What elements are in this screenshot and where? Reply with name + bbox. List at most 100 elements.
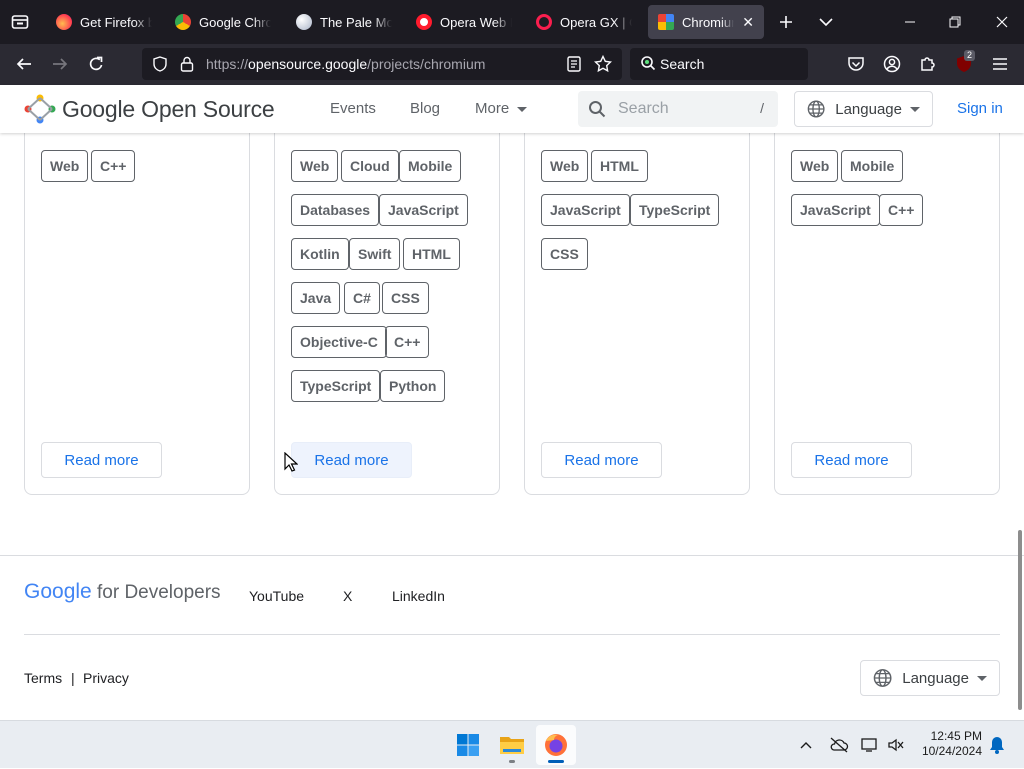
privacy-link[interactable]: Privacy — [83, 670, 129, 686]
back-button[interactable] — [8, 48, 40, 80]
tracking-protection-shield-icon[interactable] — [152, 56, 168, 72]
tag-chip[interactable]: Web — [41, 150, 89, 182]
nav-events[interactable]: Events — [330, 100, 376, 117]
taskbar-clock[interactable]: 12:45 PM 10/24/2024 — [916, 729, 982, 759]
restore-window-button[interactable] — [935, 0, 975, 44]
footer-language-select[interactable]: Language — [860, 660, 1000, 696]
tag-chip[interactable]: JavaScript — [541, 194, 630, 226]
tag-chip[interactable]: TypeScript — [630, 194, 720, 226]
bookmark-star-icon[interactable] — [594, 55, 612, 73]
firefox-taskbar-button[interactable] — [536, 725, 576, 765]
terms-link[interactable]: Terms — [24, 670, 62, 686]
site-search-input[interactable]: Search / — [578, 91, 778, 127]
globe-icon — [807, 100, 825, 118]
tag-chip[interactable]: Java — [291, 282, 341, 314]
tag-chip[interactable]: Web — [291, 150, 339, 182]
tag-chip[interactable]: HTML — [403, 238, 460, 270]
web-search-box[interactable]: Search — [630, 48, 808, 80]
tag-chip[interactable]: Web — [541, 150, 589, 182]
nav-blog[interactable]: Blog — [410, 100, 440, 117]
account-button[interactable] — [876, 48, 908, 80]
tag-chip[interactable]: C++ — [879, 194, 924, 226]
web-search-placeholder: Search — [660, 56, 705, 72]
browser-tab-opera[interactable]: Opera Web Browser — [406, 5, 522, 39]
read-more-button[interactable]: Read more — [541, 442, 662, 478]
footer-youtube-link[interactable]: YouTube — [249, 588, 304, 604]
google-for-developers-logo[interactable]: Google for Developers — [24, 580, 221, 604]
browser-tab-operagx[interactable]: Opera GX | Gaming — [526, 5, 642, 39]
tag-chip[interactable]: JavaScript — [791, 194, 880, 226]
tab-title: Chromium — [682, 14, 734, 30]
project-card-4: Web Mobile JavaScript C++ Read more — [774, 120, 1000, 495]
tag-chip[interactable]: Databases — [291, 194, 380, 226]
forward-button[interactable] — [44, 48, 76, 80]
tag-chip[interactable]: Mobile — [841, 150, 904, 182]
tag-chip[interactable]: Cloud — [341, 150, 399, 182]
arrow-left-icon — [16, 58, 31, 70]
pocket-button[interactable] — [840, 48, 872, 80]
tag-chip[interactable]: C# — [344, 282, 380, 314]
reader-view-icon[interactable] — [567, 56, 581, 72]
caret-down-icon — [977, 675, 987, 681]
read-more-button[interactable]: Read more — [791, 442, 912, 478]
page-scrollbar-thumb[interactable] — [1018, 530, 1022, 710]
read-more-button[interactable]: Read more — [291, 442, 412, 478]
close-tab-icon[interactable]: ✕ — [742, 14, 754, 31]
reload-button[interactable] — [80, 48, 112, 80]
tag-chip[interactable]: Objective-C — [291, 326, 387, 358]
tag-chip[interactable]: Web — [791, 150, 839, 182]
tag-chip[interactable]: CSS — [541, 238, 588, 270]
browser-tab-chromium[interactable]: Chromium ✕ — [648, 5, 764, 39]
tag-chip[interactable]: JavaScript — [379, 194, 468, 226]
site-logo-text[interactable]: Google Open Source — [62, 96, 275, 123]
nav-more[interactable]: More — [475, 100, 528, 117]
tag-chip[interactable]: Python — [380, 370, 446, 402]
tag-chip[interactable]: TypeScript — [291, 370, 381, 402]
minimize-window-button[interactable] — [890, 0, 930, 44]
new-tab-button[interactable] — [770, 0, 802, 44]
browser-tab-palemoon[interactable]: The Pale Moon — [286, 5, 402, 39]
start-button[interactable] — [448, 725, 488, 765]
tag-chip[interactable]: C++ — [385, 326, 430, 358]
close-icon — [996, 16, 1008, 28]
footer-linkedin-link[interactable]: LinkedIn — [392, 588, 445, 604]
close-window-button[interactable] — [982, 0, 1022, 44]
footer-x-link[interactable]: X — [343, 588, 352, 604]
tag-chip[interactable]: CSS — [382, 282, 429, 314]
tag-chip[interactable]: C++ — [91, 150, 136, 182]
browser-tab-firefox[interactable]: Get Firefox browser — [46, 5, 162, 39]
address-bar[interactable]: https://opensource.google/projects/chrom… — [142, 48, 622, 80]
header-language-select[interactable]: Language — [794, 91, 933, 127]
app-menu-button[interactable] — [984, 48, 1016, 80]
tag-chip[interactable]: HTML — [591, 150, 648, 182]
google-wordmark: Google — [24, 580, 92, 603]
tab-overview-button[interactable] — [0, 0, 40, 44]
pocket-icon — [848, 57, 864, 71]
ublock-origin-button[interactable]: 2 — [948, 48, 980, 80]
project-card-1: Web C++ Read more — [24, 120, 250, 495]
url-text[interactable]: https://opensource.google/projects/chrom… — [206, 56, 485, 72]
sign-in-link[interactable]: Sign in — [957, 100, 1003, 117]
bell-icon — [990, 737, 1004, 754]
list-all-tabs-button[interactable] — [810, 0, 842, 44]
tag-chip[interactable]: Swift — [349, 238, 401, 270]
google-open-source-logo-icon[interactable] — [24, 94, 56, 124]
url-scheme: https:// — [206, 56, 249, 72]
tag-chip[interactable]: Kotlin — [291, 238, 349, 270]
clock-time: 12:45 PM — [930, 729, 982, 743]
chrome-favicon-icon — [175, 14, 191, 30]
file-explorer-taskbar-button[interactable] — [492, 725, 532, 765]
extensions-button[interactable] — [912, 48, 944, 80]
tab-title: Opera GX | Gaming — [560, 14, 632, 30]
notifications-button[interactable] — [986, 721, 1008, 769]
show-hidden-icons-button[interactable] — [794, 721, 818, 769]
lock-icon[interactable] — [180, 56, 194, 72]
clock-date: 10/24/2024 — [921, 744, 982, 758]
onedrive-tray-button[interactable] — [826, 721, 852, 769]
google-opensource-favicon-icon — [658, 14, 674, 30]
volume-tray-button[interactable] — [884, 721, 908, 769]
network-tray-button[interactable] — [858, 721, 882, 769]
browser-tab-chrome[interactable]: Google Chrome — [165, 5, 281, 39]
tag-chip[interactable]: Mobile — [399, 150, 462, 182]
read-more-button[interactable]: Read more — [41, 442, 162, 478]
